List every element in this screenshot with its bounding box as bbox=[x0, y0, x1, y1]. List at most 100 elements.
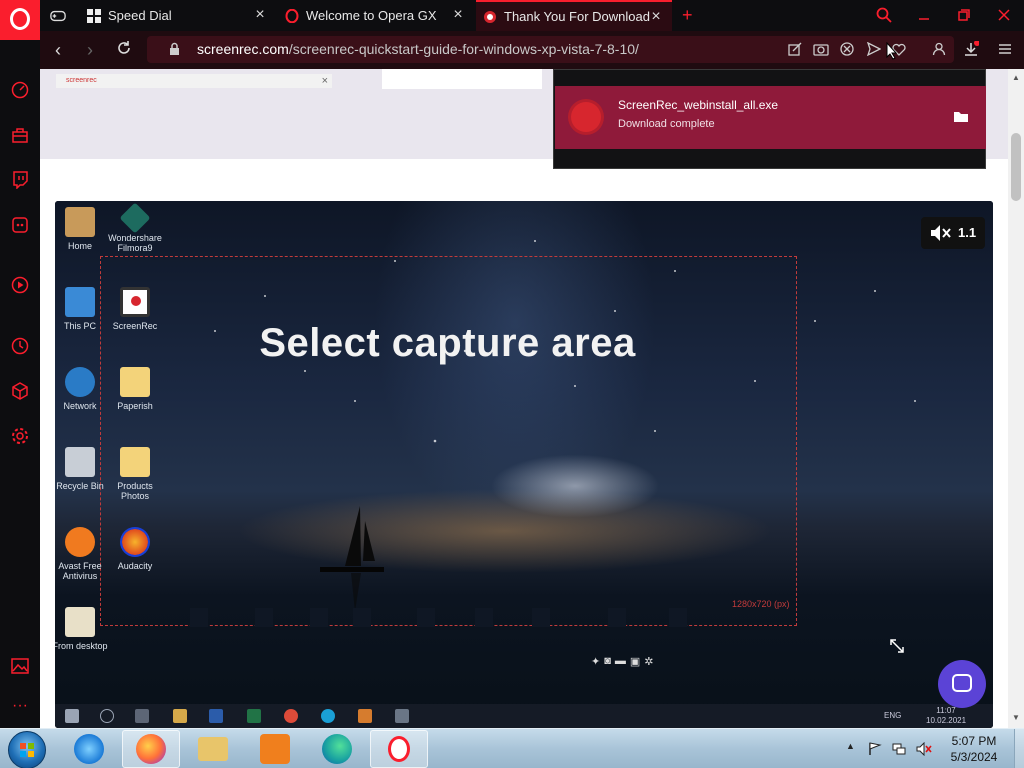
gx-control-button[interactable] bbox=[44, 0, 84, 31]
network-tray-icon[interactable] bbox=[892, 742, 906, 756]
gx-control-icon[interactable] bbox=[10, 80, 30, 100]
frame-notch bbox=[608, 608, 626, 627]
firefox-icon bbox=[136, 734, 166, 764]
scroll-thumb[interactable] bbox=[1011, 133, 1021, 201]
adblock-icon[interactable] bbox=[838, 40, 856, 58]
new-tab-button[interactable]: + bbox=[676, 0, 700, 31]
taskbar-ie[interactable] bbox=[60, 730, 118, 768]
volume-muted-icon[interactable] bbox=[916, 741, 932, 757]
close-tab-icon[interactable]: × bbox=[648, 9, 664, 25]
muted-speaker-icon[interactable] bbox=[929, 223, 951, 248]
opera-menu-button[interactable] bbox=[0, 0, 40, 40]
action-center-flag-icon[interactable] bbox=[868, 742, 882, 756]
opera-logo-icon bbox=[10, 8, 30, 30]
tab-title: Speed Dial bbox=[108, 8, 172, 23]
capture-title: Select capture area bbox=[259, 321, 636, 365]
page-scrollbar[interactable]: ▲ ▼ bbox=[1008, 69, 1024, 728]
folder-icon bbox=[120, 367, 150, 397]
forward-icon[interactable]: › bbox=[80, 40, 100, 60]
desktop-icon-home: Home bbox=[55, 207, 110, 251]
close-window-icon[interactable] bbox=[995, 6, 1013, 24]
chat-widget-button[interactable] bbox=[938, 660, 986, 708]
taskbar-opera-gx[interactable] bbox=[370, 730, 428, 768]
edge-icon bbox=[322, 734, 352, 764]
more-options-icon[interactable]: ··· bbox=[10, 696, 30, 716]
frame-notch bbox=[353, 608, 371, 627]
tab-speed-dial[interactable]: Speed Dial × bbox=[80, 0, 276, 31]
folder-icon[interactable] bbox=[953, 110, 969, 123]
show-desktop-button[interactable] bbox=[1014, 729, 1024, 768]
send-icon[interactable] bbox=[865, 40, 883, 58]
internet-explorer-icon bbox=[74, 734, 104, 764]
downloads-icon[interactable] bbox=[962, 40, 980, 58]
frame-notch bbox=[255, 608, 273, 627]
taskbar-clock[interactable]: 5:07 PM 5/3/2024 bbox=[944, 733, 1004, 765]
frame-notch bbox=[532, 608, 550, 627]
desktop-icon-audacity: Audacity bbox=[105, 527, 165, 571]
easy-setup-icon[interactable] bbox=[996, 40, 1014, 58]
screen: Speed Dial × Welcome to Opera GX × Thank… bbox=[0, 0, 1024, 768]
search-tabs-icon[interactable] bbox=[875, 6, 893, 24]
gallery-icon[interactable]: ▣ bbox=[630, 655, 640, 668]
show-hidden-icons[interactable]: ▲ bbox=[846, 741, 860, 755]
edit-icon[interactable] bbox=[786, 40, 804, 58]
twitch-icon[interactable] bbox=[10, 170, 30, 190]
filmora-icon bbox=[119, 202, 151, 234]
sidebar: ··· bbox=[0, 40, 40, 728]
player-icon[interactable] bbox=[10, 275, 30, 295]
ad-brand: screenrec bbox=[66, 77, 97, 84]
clock-time: 5:07 PM bbox=[951, 734, 997, 748]
tray-language: ENG bbox=[884, 711, 902, 720]
discord-icon[interactable] bbox=[10, 215, 30, 235]
scroll-down-icon[interactable]: ▼ bbox=[1012, 713, 1020, 722]
desktop-icon-screenrec: ScreenRec bbox=[105, 287, 165, 331]
close-tab-icon[interactable]: × bbox=[252, 7, 268, 23]
taskbar-edge[interactable] bbox=[308, 730, 366, 768]
word-icon bbox=[209, 709, 223, 723]
gear-icon[interactable]: ✲ bbox=[644, 655, 653, 668]
windows-taskbar: ▲ 5:07 PM 5/3/2024 bbox=[0, 728, 1024, 768]
back-icon[interactable]: ‹ bbox=[48, 40, 68, 60]
taskbar-firefox[interactable] bbox=[122, 730, 180, 768]
close-ad-icon[interactable]: × bbox=[322, 74, 328, 88]
app-icon bbox=[395, 709, 409, 723]
video-player[interactable]: Select capture area 1280x720 (px) ✦ ◙ ▬ … bbox=[55, 201, 993, 728]
settings-icon[interactable] bbox=[10, 426, 30, 446]
desktop-icon-recycle-bin: Recycle Bin bbox=[55, 447, 110, 491]
history-icon[interactable] bbox=[10, 336, 30, 356]
opera-gx-icon bbox=[388, 736, 410, 762]
chrome-icon bbox=[284, 709, 298, 723]
gx-corner-icon[interactable] bbox=[10, 125, 30, 145]
tab-thank-you[interactable]: Thank You For Downloadin × bbox=[476, 0, 672, 31]
minimize-icon[interactable] bbox=[915, 6, 933, 24]
playback-speed[interactable]: 1.1 bbox=[958, 225, 976, 240]
tab-welcome-opera[interactable]: Welcome to Opera GX × bbox=[278, 0, 474, 31]
taskbar-explorer[interactable] bbox=[184, 730, 242, 768]
video-record-icon[interactable]: ▬ bbox=[615, 655, 626, 668]
pointer-icon[interactable]: ✦ bbox=[591, 655, 600, 668]
capture-area-frame[interactable] bbox=[100, 256, 797, 626]
address-bar: ‹ › screenrec.com/screenrec-quickstart-g… bbox=[40, 31, 1024, 69]
taskbar-media-player[interactable] bbox=[246, 730, 304, 768]
header-panel bbox=[382, 69, 542, 89]
fullscreen-icon[interactable] bbox=[889, 638, 905, 654]
wallpaper-icon[interactable] bbox=[10, 656, 30, 676]
url-field[interactable]: screenrec.com/screenrec-quickstart-guide… bbox=[147, 36, 954, 63]
screenshot-icon[interactable]: ◙ bbox=[604, 655, 611, 668]
network-icon bbox=[65, 367, 95, 397]
frame-notch bbox=[417, 608, 435, 627]
download-item[interactable]: ScreenRec_webinstall_all.exe Download co… bbox=[555, 86, 986, 149]
profile-icon[interactable] bbox=[930, 40, 948, 58]
desktop-icon-network: Network bbox=[55, 367, 110, 411]
edge-icon bbox=[321, 709, 335, 723]
scroll-up-icon[interactable]: ▲ bbox=[1012, 73, 1020, 82]
close-tab-icon[interactable]: × bbox=[450, 7, 466, 23]
extensions-icon[interactable] bbox=[10, 381, 30, 401]
camera-icon[interactable] bbox=[812, 40, 830, 58]
restore-icon[interactable] bbox=[955, 6, 973, 24]
start-button[interactable] bbox=[8, 731, 46, 768]
audacity-icon bbox=[120, 527, 150, 557]
capture-size-label: 1280x720 (px) bbox=[732, 599, 790, 609]
desktop-icon-label: ScreenRec bbox=[112, 321, 158, 331]
reload-icon[interactable] bbox=[114, 40, 134, 60]
